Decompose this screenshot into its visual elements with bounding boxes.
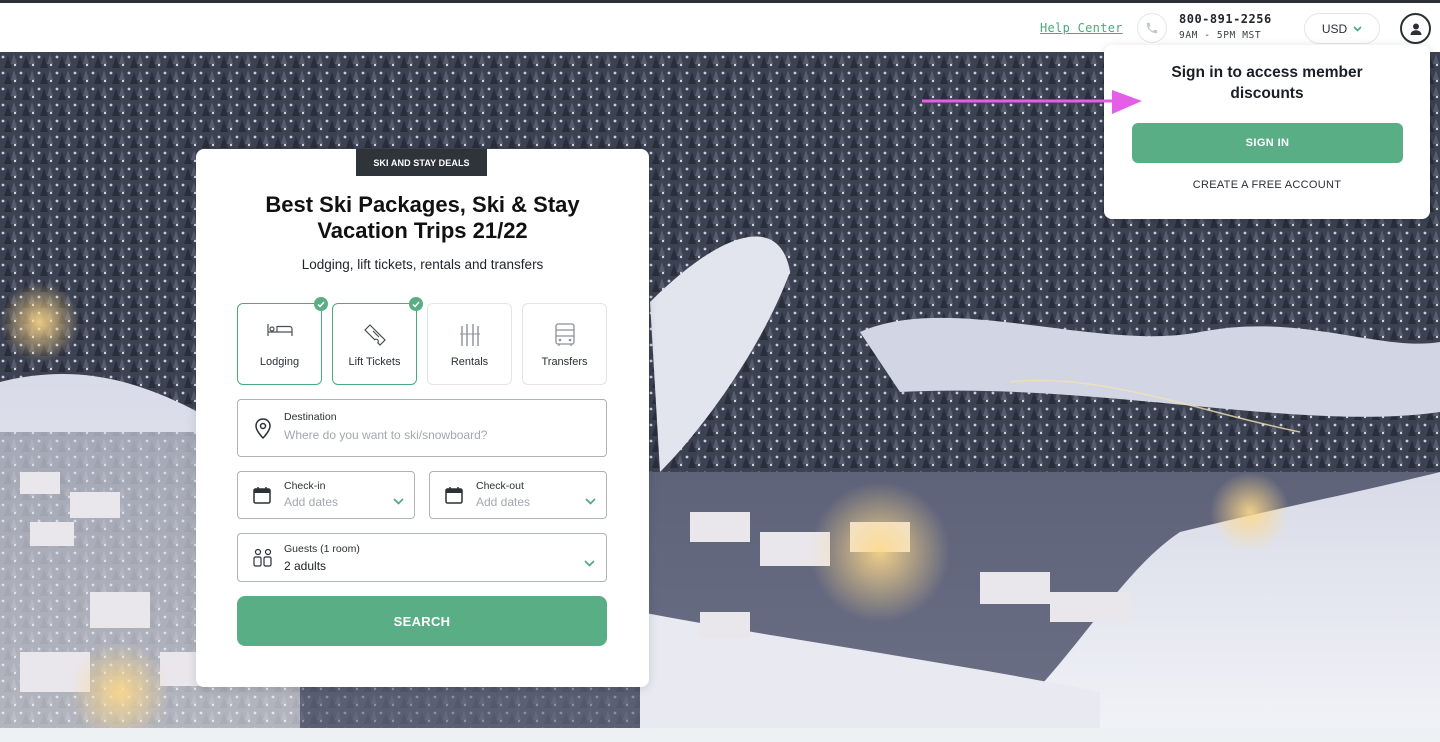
chevron-down-icon xyxy=(584,554,595,572)
arrow-annotation xyxy=(922,90,1142,114)
calendar-icon xyxy=(253,486,271,509)
product-transfers[interactable]: Transfers xyxy=(522,303,607,385)
product-label: Transfers xyxy=(541,356,588,368)
product-label: Lift Tickets xyxy=(348,356,401,368)
skis-icon xyxy=(428,322,511,348)
calendar-icon xyxy=(445,486,463,509)
check-icon xyxy=(409,297,423,311)
account-button[interactable] xyxy=(1400,13,1431,44)
chevron-down-icon xyxy=(585,492,596,510)
destination-field[interactable]: Destination Where do you want to ski/sno… xyxy=(237,399,607,457)
guests-icon xyxy=(253,548,273,573)
title-line-1: Best Ski Packages, Ski & Stay xyxy=(265,192,580,217)
bus-icon xyxy=(523,322,606,348)
phone-icon[interactable] xyxy=(1137,13,1167,43)
checkin-value: Add dates xyxy=(284,495,339,509)
phone-hours: 9AM - 5PM MST xyxy=(1179,30,1262,41)
check-icon xyxy=(314,297,328,311)
checkout-value: Add dates xyxy=(476,495,531,509)
product-lift-tickets[interactable]: Lift Tickets xyxy=(332,297,423,385)
checkin-field[interactable]: Check-in Add dates xyxy=(237,471,415,519)
guests-label: Guests (1 room) xyxy=(284,543,360,555)
user-icon xyxy=(1410,23,1421,35)
product-lodging[interactable]: Lodging xyxy=(237,297,328,385)
create-account-link[interactable]: CREATE A FREE ACCOUNT xyxy=(1104,179,1430,191)
currency-selector[interactable]: USD xyxy=(1304,13,1380,44)
help-center-link[interactable]: Help Center xyxy=(1040,21,1123,35)
destination-label: Destination xyxy=(284,411,337,423)
chevron-down-icon xyxy=(1353,25,1362,32)
checkout-field[interactable]: Check-out Add dates xyxy=(429,471,607,519)
title-line-2: Vacation Trips 21/22 xyxy=(317,218,528,243)
product-label: Lodging xyxy=(259,356,300,368)
phone-number[interactable]: 800-891-2256 xyxy=(1179,12,1272,26)
checkout-label: Check-out xyxy=(476,480,524,492)
currency-label: USD xyxy=(1321,21,1348,36)
product-label: Rentals xyxy=(450,356,489,368)
bed-icon xyxy=(238,322,321,338)
sign-in-button[interactable]: SIGN IN xyxy=(1132,123,1403,163)
popover-title: Sign in to access member discounts xyxy=(1171,64,1363,102)
guests-value: 2 adults xyxy=(284,559,327,573)
guests-field[interactable]: Guests (1 room) 2 adults xyxy=(237,533,607,582)
checkin-label: Check-in xyxy=(284,480,326,492)
chevron-down-icon xyxy=(393,492,404,510)
deals-badge: SKI AND STAY DEALS xyxy=(356,149,487,176)
map-pin-icon xyxy=(254,418,272,445)
search-card: SKI AND STAY DEALS Best Ski Packages, Sk… xyxy=(196,149,649,687)
ticket-icon xyxy=(333,322,416,348)
destination-input[interactable]: Where do you want to ski/snowboard? xyxy=(284,428,487,442)
page-subtitle: Lodging, lift tickets, rentals and trans… xyxy=(301,257,544,272)
page-title: Best Ski Packages, Ski & Stay Vacation T… xyxy=(196,192,649,244)
product-rentals[interactable]: Rentals xyxy=(427,303,512,385)
signin-popover: Sign in to access member discounts SIGN … xyxy=(1104,45,1430,219)
search-button[interactable]: SEARCH xyxy=(237,596,607,646)
page-bottom-strip xyxy=(0,728,1440,742)
